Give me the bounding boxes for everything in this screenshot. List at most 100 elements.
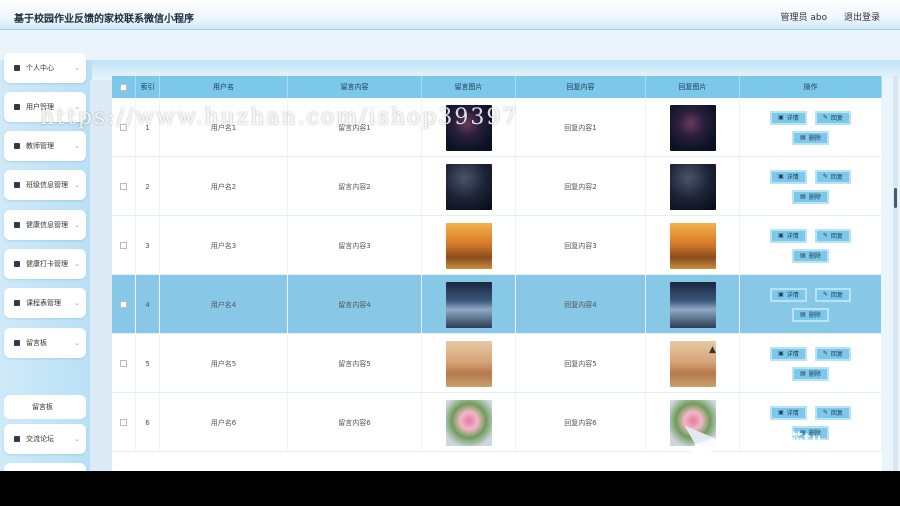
row-select-cell[interactable] <box>112 157 136 216</box>
detail-icon: ▣ <box>778 232 784 239</box>
table-row[interactable]: 3 用户名3 留言内容3 回复内容3 ▣ 详情 ✎ 回复 ▤ 删除 <box>112 216 882 275</box>
row-username: 用户名1 <box>160 98 288 157</box>
chevron-down-icon: ⌄ <box>74 103 80 111</box>
detail-button[interactable]: ▣ 详情 <box>770 169 807 184</box>
row-select-cell[interactable] <box>112 216 136 275</box>
detail-button[interactable]: ▣ 详情 <box>770 110 807 125</box>
row-checkbox[interactable] <box>120 301 127 308</box>
row-message-image-cell <box>422 393 516 452</box>
edit-icon: ✎ <box>822 232 828 239</box>
column-header-label: 用户名 <box>213 83 234 91</box>
row-username: 用户名2 <box>160 157 288 216</box>
detail-icon: ▣ <box>778 291 784 298</box>
row-message: 留言内容1 <box>288 98 422 157</box>
message-image[interactable] <box>445 222 492 269</box>
detail-button[interactable]: ▣ 详情 <box>770 346 807 361</box>
row-checkbox[interactable] <box>120 419 127 426</box>
scrollbar-thumb[interactable] <box>894 188 897 208</box>
reply-button[interactable]: ✎ 回复 <box>814 169 851 184</box>
delete-button[interactable]: ▤ 删除 <box>792 189 829 204</box>
sidebar-item[interactable]: 留言板 ⌄ <box>4 328 86 358</box>
reply-image[interactable] <box>669 222 716 269</box>
detail-button[interactable]: ▣ 详情 <box>770 228 807 243</box>
doc-icon <box>14 104 20 110</box>
reply-image[interactable] <box>669 163 716 210</box>
sidebar-item[interactable]: 健康信息管理 ⌄ <box>4 210 86 240</box>
reply-image[interactable] <box>669 281 716 328</box>
sidebar-item[interactable]: 交流论坛 ⌄ <box>4 424 86 454</box>
delete-button-label: 删除 <box>808 253 821 260</box>
sidebar-item[interactable]: 系统管理⌄ <box>4 463 86 471</box>
sidebar-item[interactable]: 用户管理 ⌄ <box>4 92 86 122</box>
sidebar-item[interactable]: 班级信息管理 ⌄ <box>4 170 86 200</box>
sidebar-item[interactable]: 健康打卡管理 ⌄ <box>4 249 86 279</box>
row-index: 5 <box>136 334 160 393</box>
row-message-image-cell <box>422 157 516 216</box>
table-row[interactable]: 2 用户名2 留言内容2 回复内容2 ▣ 详情 ✎ 回复 ▤ 删除 <box>112 157 882 216</box>
column-header: 操作 <box>740 76 882 98</box>
row-message: 留言内容4 <box>288 275 422 334</box>
select-all-header[interactable] <box>112 76 136 98</box>
sidebar-item[interactable]: 课程表管理 ⌄ <box>4 288 86 318</box>
select-all-checkbox[interactable] <box>120 83 127 91</box>
reply-button[interactable]: ✎ 回复 <box>814 346 851 361</box>
message-image[interactable] <box>445 104 492 151</box>
row-checkbox[interactable] <box>120 242 127 249</box>
play-logo-icon <box>685 426 729 462</box>
sidebar-item-label: 用户管理 <box>26 103 54 111</box>
row-reply: 回复内容1 <box>516 98 646 157</box>
header-user-area: 管理员 abo 退出登录 <box>767 10 881 23</box>
detail-button[interactable]: ▣ 详情 <box>770 287 807 302</box>
delete-button[interactable]: ▤ 删除 <box>792 130 829 145</box>
row-checkbox[interactable] <box>120 360 127 367</box>
row-reply: 回复内容6 <box>516 393 646 452</box>
edit-icon: ✎ <box>822 291 828 298</box>
logout-link[interactable]: 退出登录 <box>844 13 880 23</box>
detail-icon: ▣ <box>778 114 784 121</box>
column-header-label: 留言内容 <box>340 83 369 91</box>
briefcase-icon <box>14 182 20 188</box>
delete-button-label: 删除 <box>808 194 821 201</box>
row-username: 用户名4 <box>160 275 288 334</box>
table-header: 索引 用户名 留言内容 留言图片 回复内容 回复图片 操作 <box>112 76 882 98</box>
column-header: 用户名 <box>160 76 288 98</box>
reply-button-label: 回复 <box>830 233 843 240</box>
sidebar-item[interactable]: 教师管理 ⌄ <box>4 131 86 161</box>
delete-button[interactable]: ▤ 删除 <box>792 366 829 381</box>
reply-button[interactable]: ✎ 回复 <box>814 228 851 243</box>
table-row[interactable]: 1 用户名1 留言内容1 回复内容1 ▣ 详情 ✎ 回复 ▤ 删除 <box>112 98 882 157</box>
column-header-label: 留言图片 <box>454 83 483 91</box>
message-image[interactable] <box>445 340 492 387</box>
row-select-cell[interactable] <box>112 393 136 452</box>
message-image[interactable] <box>445 399 492 446</box>
sidebar-item-label: 个人中心 <box>26 64 54 72</box>
table-row[interactable]: 4 用户名4 留言内容4 回复内容4 ▣ 详情 ✎ 回复 ▤ 删除 <box>112 275 882 334</box>
sidebar: 个人中心 ⌄ 用户管理 ⌄ 教师管理 ⌄ 班级信息管理 ⌄ 健康信息管理 ⌄ 健康打卡管理 ⌄ 课程表管… <box>0 53 92 471</box>
user-icon <box>14 65 20 71</box>
table-row[interactable]: 6 用户名6 留言内容6 回复内容6 ▣ 详情 ✎ 回复 ▤ 删除 <box>112 393 882 452</box>
reply-image[interactable] <box>669 104 716 151</box>
sidebar-subitem-message-board[interactable]: 留言板 <box>4 395 86 419</box>
vertical-scrollbar[interactable] <box>893 76 898 471</box>
row-select-cell[interactable] <box>112 98 136 157</box>
detail-button[interactable]: ▣ 详情 <box>770 405 807 420</box>
table-row[interactable]: 5 用户名5 留言内容5 回复内容5 ▣ 详情 ✎ 回复 ▤ 删除 <box>112 334 882 393</box>
row-select-cell[interactable] <box>112 334 136 393</box>
delete-button[interactable]: ▤ 删除 <box>792 248 829 263</box>
bottom-letterbox <box>0 471 900 506</box>
sidebar-item[interactable]: 个人中心 ⌄ <box>4 53 86 83</box>
row-username: 用户名6 <box>160 393 288 452</box>
row-checkbox[interactable] <box>120 183 127 190</box>
delete-button[interactable]: ▤ 删除 <box>792 307 829 322</box>
message-image[interactable] <box>445 281 492 328</box>
reply-button[interactable]: ✎ 回复 <box>814 287 851 302</box>
detail-icon: ▣ <box>778 409 784 416</box>
chevron-down-icon: ⌄ <box>74 339 80 347</box>
row-reply-image-cell <box>646 275 740 334</box>
row-reply: 回复内容4 <box>516 275 646 334</box>
row-select-cell[interactable] <box>112 275 136 334</box>
row-checkbox[interactable] <box>120 124 127 131</box>
reply-button[interactable]: ✎ 回复 <box>814 110 851 125</box>
message-image[interactable] <box>445 163 492 210</box>
reply-button[interactable]: ✎ 回复 <box>814 405 851 420</box>
